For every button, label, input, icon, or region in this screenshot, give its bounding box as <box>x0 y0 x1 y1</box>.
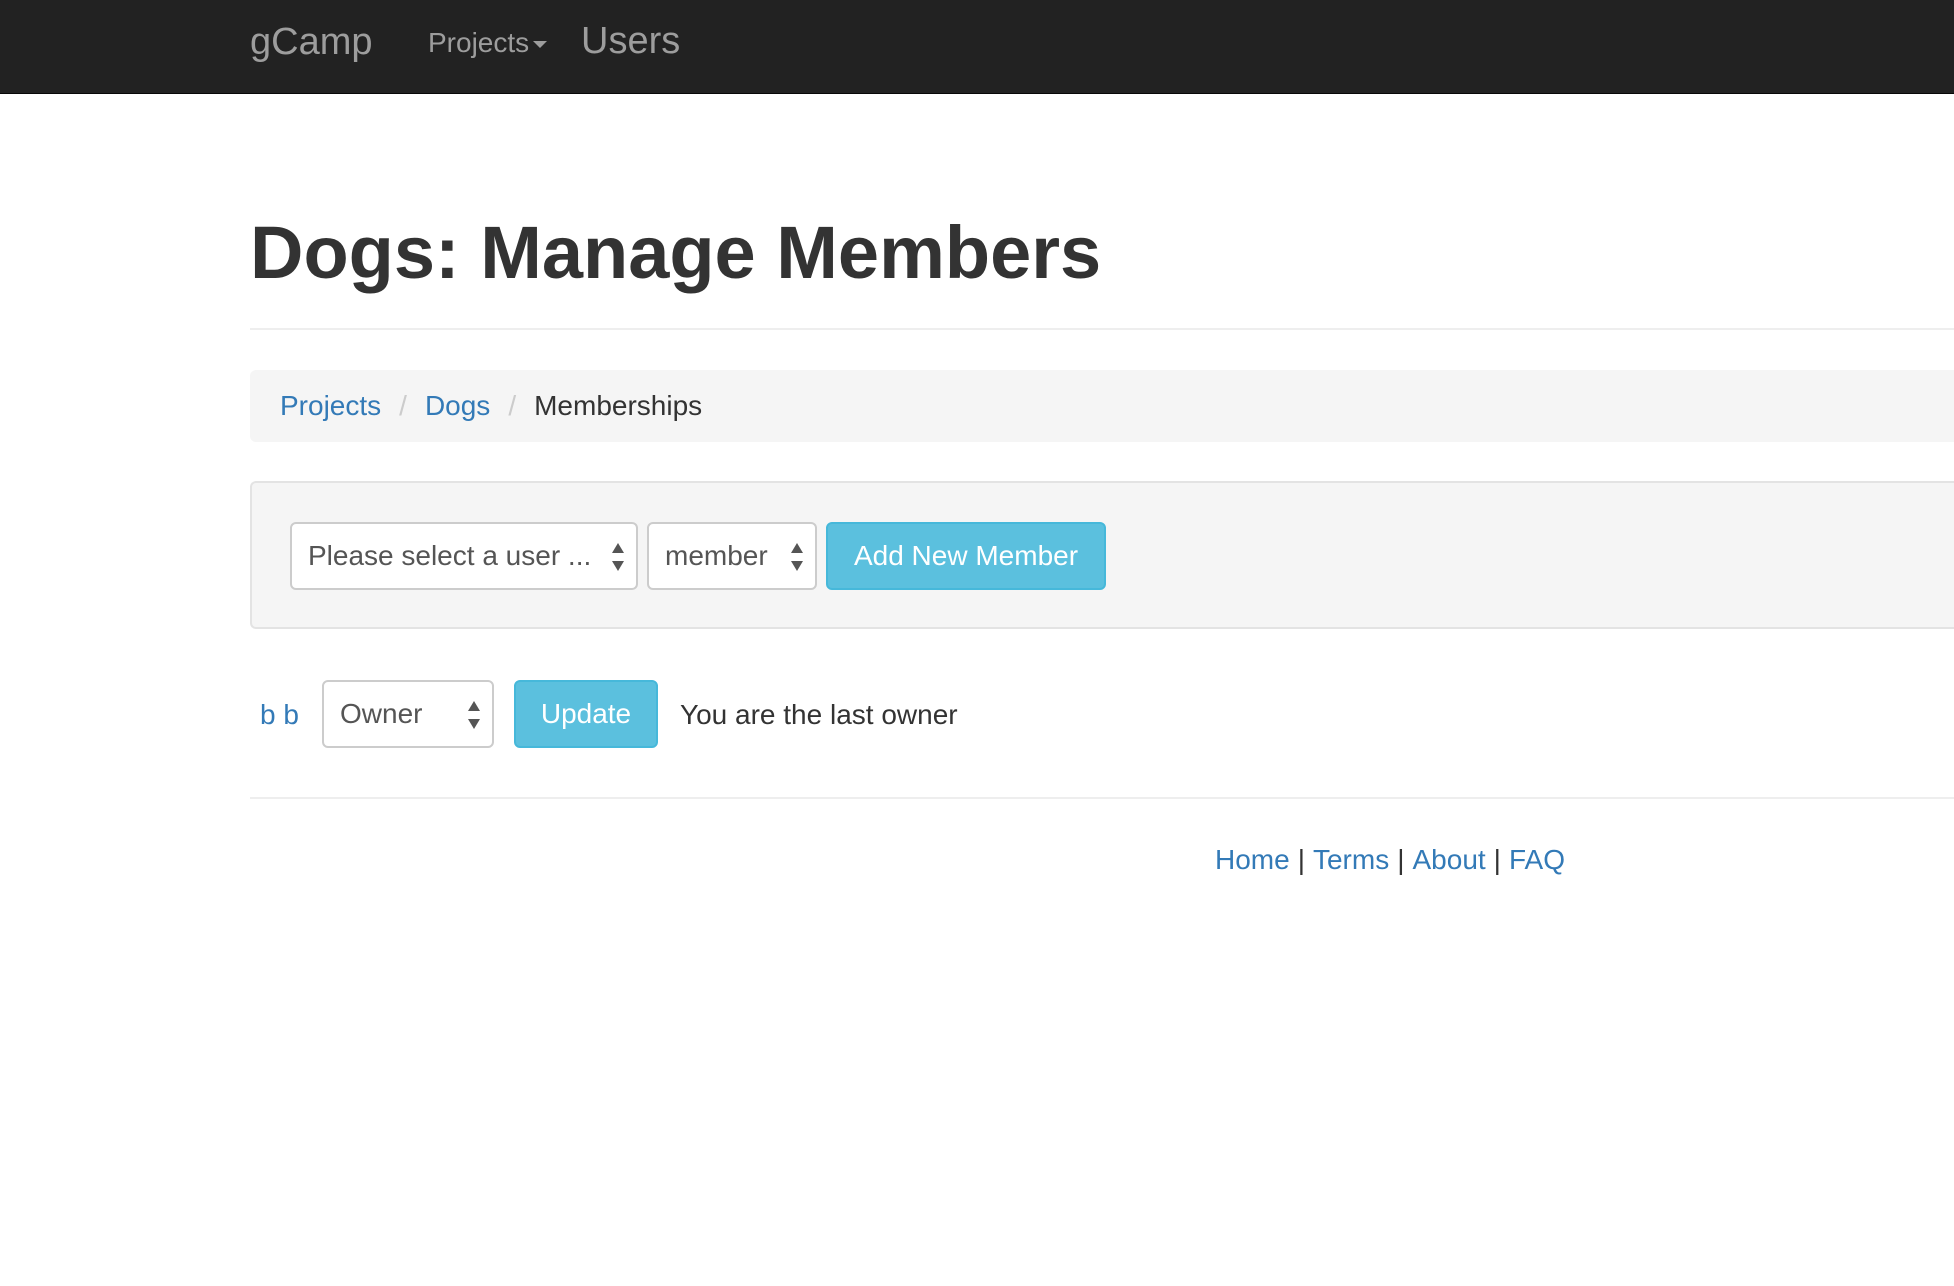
footer-separator: | <box>1397 844 1405 875</box>
projects-dropdown[interactable]: Projects <box>428 25 548 61</box>
footer-separator: | <box>1493 844 1501 875</box>
add-new-member-button[interactable]: Add New Member <box>826 522 1106 590</box>
footer-separator: | <box>1297 844 1305 875</box>
breadcrumb-separator: / <box>508 390 517 421</box>
update-membership-button[interactable]: Update <box>514 680 658 748</box>
role-select[interactable]: member <box>647 522 817 590</box>
user-select[interactable]: Please select a user ... <box>290 522 638 590</box>
breadcrumb-dogs-link[interactable]: Dogs <box>425 390 490 422</box>
member-role-select[interactable]: Owner <box>322 680 494 748</box>
top-navbar: gCamp Projects Users <box>0 0 1954 94</box>
member-name-link[interactable]: b b <box>260 697 299 733</box>
projects-dropdown-label: Projects <box>428 27 530 58</box>
user-select-value: Please select a user ... <box>308 540 592 571</box>
users-nav-link[interactable]: Users <box>581 19 680 63</box>
select-arrows-icon <box>791 543 803 571</box>
breadcrumb-projects-link[interactable]: Projects <box>280 390 381 422</box>
footer-terms-link[interactable]: Terms <box>1313 844 1389 875</box>
footer-faq-link[interactable]: FAQ <box>1509 844 1565 875</box>
title-divider <box>250 328 1954 330</box>
caret-down-icon <box>533 40 548 48</box>
brand-link[interactable]: gCamp <box>250 20 373 64</box>
add-member-form: Please select a user ... member Add New … <box>250 481 1954 629</box>
role-select-value: member <box>665 540 768 571</box>
breadcrumb: Projects / Dogs / Memberships <box>250 370 1954 442</box>
breadcrumb-separator: / <box>399 390 407 421</box>
footer-divider <box>250 797 1954 799</box>
breadcrumb-current: Memberships <box>534 390 703 421</box>
page-title: Dogs: Manage Members <box>250 211 1102 294</box>
footer-home-link[interactable]: Home <box>1215 844 1290 875</box>
footer-links: Home | Terms | About | FAQ <box>1215 842 1565 878</box>
footer-about-link[interactable]: About <box>1413 844 1486 875</box>
last-owner-note: You are the last owner <box>680 699 958 730</box>
select-arrows-icon <box>612 543 624 571</box>
select-arrows-icon <box>468 701 480 729</box>
member-role-select-value: Owner <box>340 698 423 729</box>
